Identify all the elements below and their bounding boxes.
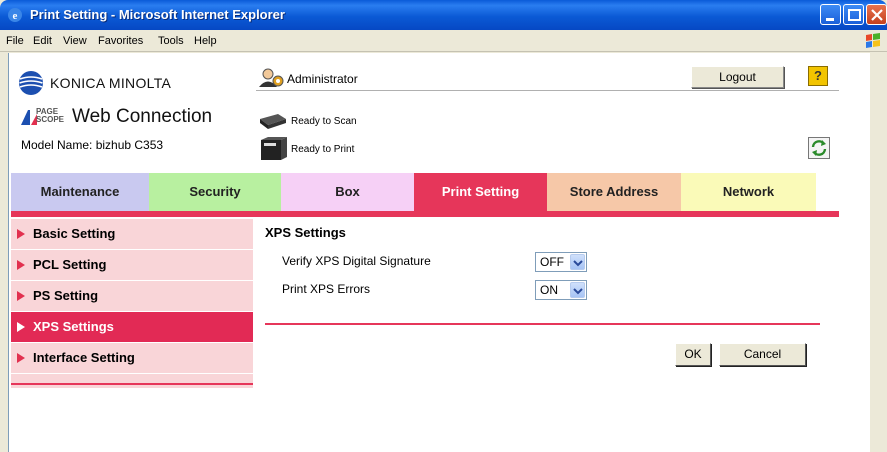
minimize-button[interactable] [820, 4, 841, 25]
sidebar-item-label: Basic Setting [33, 226, 116, 241]
tab-maintenance[interactable]: Maintenance [11, 173, 149, 211]
tab-store-address[interactable]: Store Address [547, 173, 681, 211]
menu-favorites[interactable]: Favorites [98, 35, 143, 47]
scan-status: Ready to Scan [291, 116, 357, 127]
print-errors-value: ON [540, 283, 558, 297]
verify-signature-label: Verify XPS Digital Signature [282, 254, 431, 268]
sidebar-divider [11, 383, 253, 385]
administrator-icon [259, 68, 284, 87]
user-name: Administrator [287, 72, 358, 86]
tab-underline [11, 211, 839, 217]
arrow-right-icon [17, 353, 25, 363]
tab-security[interactable]: Security [149, 173, 281, 211]
verify-signature-select[interactable]: OFF [535, 252, 587, 272]
pagescope-wordmark: PAGE SCOPE [36, 108, 64, 124]
tab-box[interactable]: Box [281, 173, 414, 211]
print-errors-select[interactable]: ON [535, 280, 587, 300]
sidebar-item-xps-settings[interactable]: XPS Settings [11, 312, 253, 342]
refresh-button[interactable] [808, 137, 830, 159]
svg-text:e: e [13, 10, 18, 22]
window-titlebar: e Print Setting - Microsoft Internet Exp… [0, 0, 887, 30]
menu-view[interactable]: View [63, 35, 87, 47]
dropdown-arrow [570, 282, 585, 298]
menu-file[interactable]: File [6, 35, 24, 47]
window-right-edge [870, 53, 887, 452]
arrow-right-icon [17, 291, 25, 301]
section-title: XPS Settings [265, 225, 346, 240]
main-tabs: Maintenance Security Box Print Setting S… [11, 173, 816, 211]
ie-icon: e [8, 8, 22, 22]
printer-icon [261, 137, 287, 160]
pagescope-line2: SCOPE [36, 115, 65, 124]
menu-help[interactable]: Help [194, 35, 217, 47]
menu-bar: File Edit View Favorites Tools Help [0, 30, 887, 52]
arrow-right-icon [17, 260, 25, 270]
sidebar-item-basic-setting[interactable]: Basic Setting [11, 219, 253, 249]
page-content: KONICA MINOLTA PAGE SCOPE Web Connection… [8, 53, 887, 452]
menu-edit[interactable]: Edit [33, 35, 52, 47]
sidebar-item-label: PS Setting [33, 288, 99, 303]
sidebar-item-interface-setting[interactable]: Interface Setting [11, 343, 253, 373]
print-status: Ready to Print [291, 144, 355, 155]
tab-network[interactable]: Network [681, 173, 816, 211]
close-icon [871, 9, 883, 21]
window-title: Print Setting - Microsoft Internet Explo… [30, 7, 285, 22]
arrow-right-icon [17, 229, 25, 239]
sidebar: Basic Setting PCL Setting PS Setting XPS… [11, 219, 253, 388]
tab-print-setting[interactable]: Print Setting [414, 173, 547, 211]
sidebar-item-label: PCL Setting [33, 257, 107, 272]
close-button[interactable] [866, 4, 887, 25]
maximize-button[interactable] [843, 4, 864, 25]
header-divider [256, 90, 839, 91]
sidebar-item-label: XPS Settings [33, 319, 114, 334]
konica-globe-icon [19, 71, 43, 95]
sidebar-item-pcl-setting[interactable]: PCL Setting [11, 250, 253, 280]
windows-flag-icon [866, 33, 880, 48]
minimize-icon [826, 18, 834, 21]
chevron-down-icon [573, 288, 583, 295]
model-name: Model Name: bizhub C353 [21, 138, 164, 152]
panel-divider [265, 323, 820, 325]
sidebar-item-ps-setting[interactable]: PS Setting [11, 281, 253, 311]
ok-button[interactable]: OK [675, 343, 711, 366]
help-button[interactable]: ? [808, 66, 828, 86]
arrow-right-icon [17, 322, 25, 332]
brand-name: KONICA MINOLTA [50, 75, 172, 91]
sidebar-footer [11, 374, 253, 388]
product-name: Web Connection [72, 106, 213, 127]
menu-tools[interactable]: Tools [158, 35, 184, 47]
dropdown-arrow [570, 254, 585, 270]
logout-button[interactable]: Logout [691, 66, 784, 88]
scanner-icon [260, 114, 286, 129]
cancel-button[interactable]: Cancel [719, 343, 806, 366]
maximize-icon [848, 9, 861, 21]
refresh-icon [811, 140, 827, 156]
verify-signature-value: OFF [540, 255, 564, 269]
chevron-down-icon [573, 260, 583, 267]
print-errors-label: Print XPS Errors [282, 282, 371, 296]
sidebar-item-label: Interface Setting [33, 350, 135, 365]
